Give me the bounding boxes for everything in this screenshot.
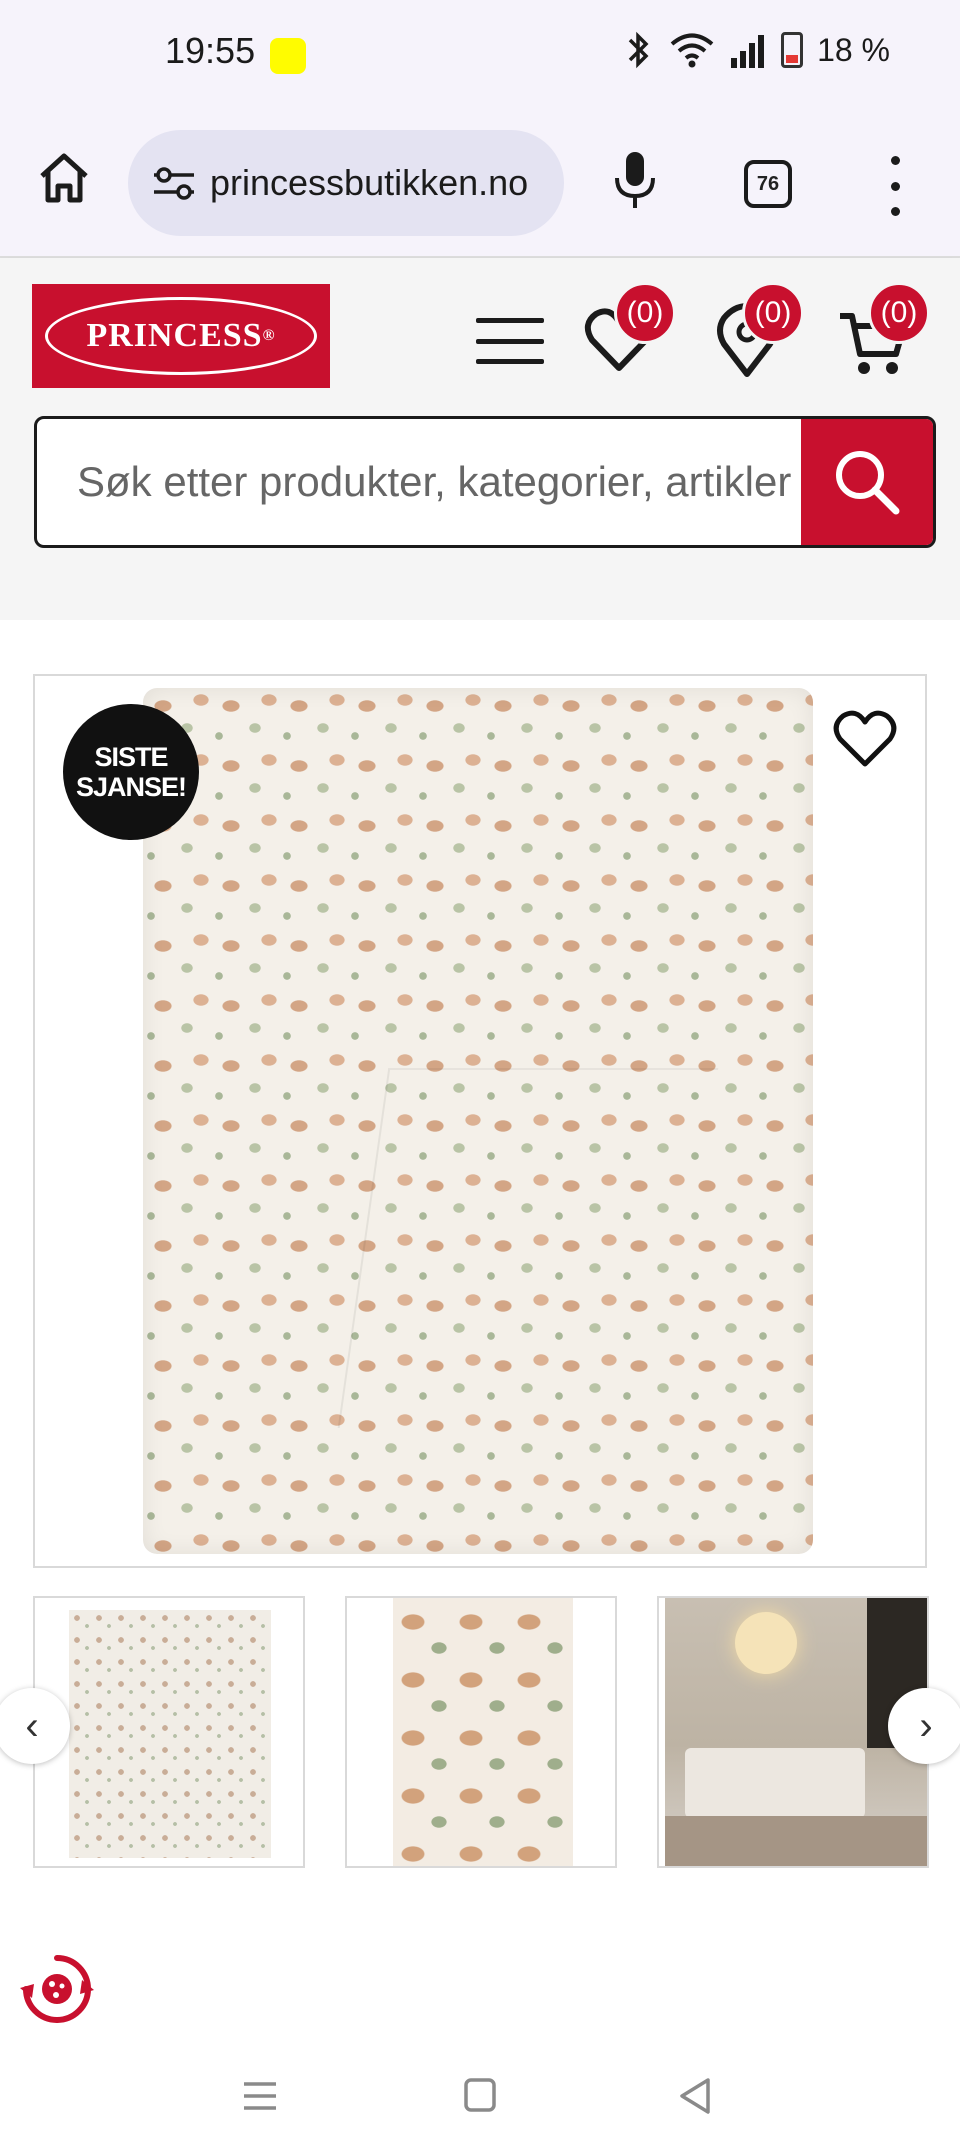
search-input[interactable] — [37, 419, 807, 545]
favorite-heart-icon[interactable] — [831, 708, 899, 770]
address-bar[interactable]: princessbutikken.no — [128, 130, 564, 236]
cookie-settings-icon[interactable] — [18, 1950, 96, 2028]
cellular-signal-icon — [731, 35, 765, 68]
stores-count-badge: (0) — [742, 282, 804, 344]
logo-text: PRINCESS — [86, 317, 263, 354]
sale-badge-line2: SJANSE! — [75, 772, 187, 802]
address-bar-url: princessbutikken.no — [210, 162, 529, 203]
hamburger-menu-icon[interactable] — [476, 318, 544, 364]
wishlist-count-badge: (0) — [614, 282, 676, 344]
browser-toolbar: princessbutikken.no 76 — [0, 110, 960, 258]
princess-logo[interactable]: PRINCESS ® — [32, 284, 330, 388]
home-nav-icon[interactable] — [450, 2068, 510, 2124]
sale-badge-line1: SISTE — [94, 742, 168, 772]
tabs-icon[interactable]: 76 — [744, 160, 792, 208]
wishlist-button[interactable]: (0) — [584, 282, 676, 378]
recent-apps-icon[interactable] — [230, 2068, 290, 2124]
snapchat-notification-icon — [270, 38, 306, 74]
system-nav-bar — [0, 2044, 960, 2144]
thumbnail-3-floor — [665, 1816, 927, 1866]
wifi-icon — [670, 33, 714, 68]
status-indicators: 18 % — [621, 30, 890, 70]
page: 19:55 18 % princessbutikken.no 76 PRINCE… — [0, 0, 960, 2144]
tune-icon[interactable] — [152, 165, 196, 201]
status-time: 19:55 — [165, 30, 256, 71]
kebab-menu-icon[interactable] — [880, 156, 910, 216]
logo-registered-mark: ® — [262, 327, 276, 344]
site-header: PRINCESS ® (0) (0) (0) — [0, 258, 960, 578]
battery-percent: 18 % — [817, 31, 890, 68]
product-main-image[interactable]: SISTE SJANSE! — [33, 674, 927, 1568]
carousel-next-button[interactable]: › — [888, 1688, 960, 1764]
home-icon[interactable] — [36, 150, 92, 206]
sale-badge: SISTE SJANSE! — [63, 704, 199, 840]
duvet-cover-image — [143, 688, 813, 1554]
thumbnail-2[interactable] — [345, 1596, 617, 1868]
thumbnail-1[interactable] — [33, 1596, 305, 1868]
thumbnail-3-bed — [685, 1748, 865, 1818]
stores-button[interactable]: (0) — [712, 282, 804, 378]
battery-icon — [781, 32, 804, 68]
pillow-fold — [337, 1068, 719, 1428]
thumbnail-3-lamp — [735, 1612, 797, 1674]
search-button[interactable] — [801, 419, 933, 545]
search-icon — [836, 451, 900, 515]
status-bar: 19:55 18 % — [0, 0, 960, 110]
mic-icon[interactable] — [612, 150, 658, 210]
header-spacer — [0, 578, 960, 620]
bluetooth-icon — [628, 31, 649, 69]
thumbnail-carousel — [0, 1596, 960, 1868]
cart-button[interactable]: (0) — [838, 282, 930, 378]
logo-oval: PRINCESS ® — [45, 297, 317, 375]
cart-count-badge: (0) — [868, 282, 930, 344]
thumbnail-2-image — [393, 1598, 573, 1866]
search-box — [34, 416, 936, 548]
thumbnail-1-image — [69, 1610, 271, 1858]
back-nav-icon[interactable] — [666, 2068, 726, 2124]
